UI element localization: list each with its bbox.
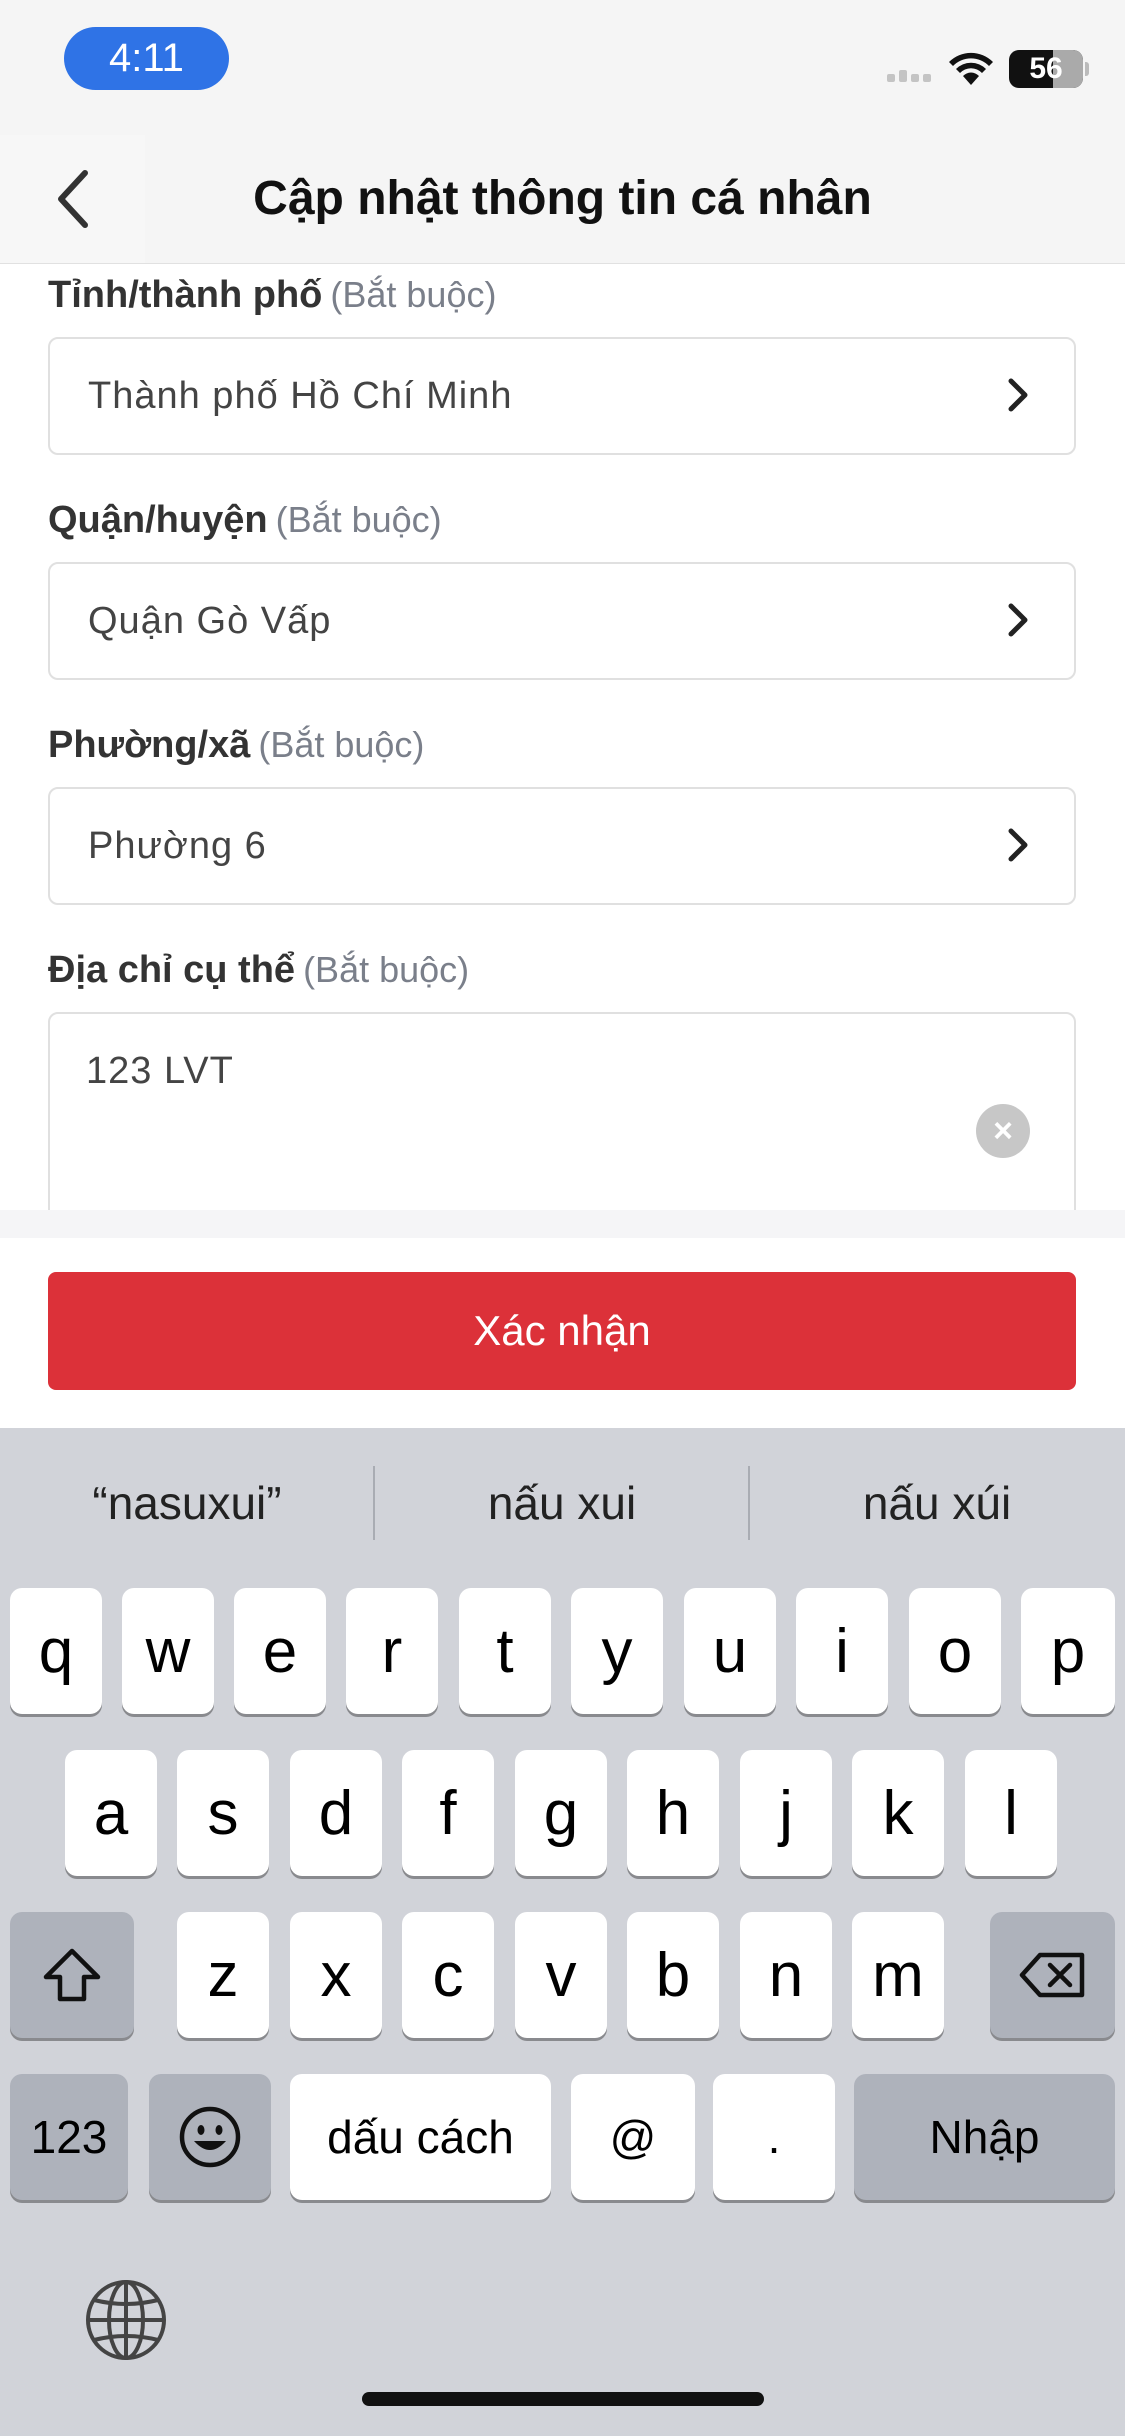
- emoji-key[interactable]: [149, 2074, 271, 2200]
- chevron-right-icon: [1008, 828, 1028, 862]
- key-y[interactable]: y: [571, 1588, 663, 1714]
- period-key[interactable]: .: [713, 2074, 835, 2200]
- address-value: 123 LVT: [86, 1050, 234, 1092]
- back-chevron-icon: [57, 170, 88, 228]
- status-time[interactable]: 4:11: [64, 27, 229, 90]
- status-icons: 56: [885, 44, 1089, 94]
- status-bar: 4:11 56: [0, 0, 1125, 135]
- chevron-right-icon: [1008, 378, 1028, 412]
- province-value: Thành phố Hồ Chí Minh: [88, 375, 513, 417]
- shift-icon: [43, 1948, 101, 2002]
- key-c[interactable]: c: [402, 1912, 494, 2038]
- footer-actions: Xác nhận: [0, 1238, 1125, 1428]
- nav-header: Cập nhật thông tin cá nhân: [0, 135, 1125, 264]
- key-x[interactable]: x: [290, 1912, 382, 2038]
- key-h[interactable]: h: [627, 1750, 719, 1876]
- suggestion-item[interactable]: nấu xúi: [750, 1428, 1124, 1578]
- key-m[interactable]: m: [852, 1912, 944, 2038]
- key-k[interactable]: k: [852, 1750, 944, 1876]
- key-v[interactable]: v: [515, 1912, 607, 2038]
- district-select[interactable]: Quận Gò Vấp: [48, 562, 1076, 680]
- home-indicator: [362, 2392, 764, 2406]
- required-hint: (Bắt buộc): [275, 499, 442, 540]
- required-hint: (Bắt buộc): [258, 724, 425, 765]
- space-key[interactable]: dấu cách: [290, 2074, 551, 2200]
- back-button[interactable]: [0, 135, 145, 263]
- key-b[interactable]: b: [627, 1912, 719, 2038]
- key-l[interactable]: l: [965, 1750, 1057, 1876]
- on-screen-keyboard: “nasuxui” nấu xui nấu xúi q w e r t y u …: [0, 1428, 1125, 2436]
- page-title: Cập nhật thông tin cá nhân: [253, 172, 872, 225]
- key-q[interactable]: q: [10, 1588, 102, 1714]
- district-value: Quận Gò Vấp: [88, 600, 332, 642]
- key-d[interactable]: d: [290, 1750, 382, 1876]
- globe-button[interactable]: [80, 2274, 172, 2366]
- chevron-right-icon: [1008, 603, 1028, 637]
- wifi-icon: [949, 52, 993, 85]
- key-i[interactable]: i: [796, 1588, 888, 1714]
- emoji-icon: [179, 2106, 241, 2168]
- address-label: Địa chỉ cụ thể (Bắt buộc): [48, 949, 470, 991]
- globe-icon: [86, 2280, 166, 2360]
- key-a[interactable]: a: [65, 1750, 157, 1876]
- delete-icon: [1019, 1952, 1084, 1998]
- province-select[interactable]: Thành phố Hồ Chí Minh: [48, 337, 1076, 455]
- required-hint: (Bắt buộc): [303, 949, 470, 990]
- required-hint: (Bắt buộc): [330, 274, 497, 315]
- key-n[interactable]: n: [740, 1912, 832, 2038]
- key-r[interactable]: r: [346, 1588, 438, 1714]
- address-form: Tỉnh/thành phố (Bắt buộc) Thành phố Hồ Ch…: [0, 264, 1125, 1210]
- key-u[interactable]: u: [684, 1588, 776, 1714]
- suggestion-item[interactable]: nấu xui: [375, 1428, 749, 1578]
- key-z[interactable]: z: [177, 1912, 269, 2038]
- confirm-button[interactable]: Xác nhận: [48, 1272, 1076, 1390]
- ward-value: Phường 6: [88, 825, 267, 867]
- return-key[interactable]: Nhập: [854, 2074, 1115, 2200]
- address-textarea[interactable]: 123 LVT ×: [48, 1012, 1076, 1210]
- key-j[interactable]: j: [740, 1750, 832, 1876]
- key-s[interactable]: s: [177, 1750, 269, 1876]
- key-t[interactable]: t: [459, 1588, 551, 1714]
- delete-key[interactable]: [990, 1912, 1115, 2038]
- shift-key[interactable]: [10, 1912, 134, 2038]
- key-f[interactable]: f: [402, 1750, 494, 1876]
- key-e[interactable]: e: [234, 1588, 326, 1714]
- key-g[interactable]: g: [515, 1750, 607, 1876]
- divider: [0, 1210, 1125, 1238]
- key-p[interactable]: p: [1021, 1588, 1115, 1714]
- key-w[interactable]: w: [122, 1588, 214, 1714]
- province-label: Tỉnh/thành phố (Bắt buộc): [48, 274, 497, 316]
- signal-icon: [887, 70, 931, 82]
- key-o[interactable]: o: [909, 1588, 1001, 1714]
- battery-indicator: 56: [1009, 50, 1089, 88]
- numbers-key[interactable]: 123: [10, 2074, 128, 2200]
- district-label: Quận/huyện (Bắt buộc): [48, 499, 442, 541]
- ward-select[interactable]: Phường 6: [48, 787, 1076, 905]
- ward-label: Phường/xã (Bắt buộc): [48, 724, 425, 766]
- clear-icon[interactable]: ×: [976, 1104, 1030, 1158]
- suggestion-item[interactable]: “nasuxui”: [0, 1428, 374, 1578]
- suggestion-bar: “nasuxui” nấu xui nấu xúi: [0, 1428, 1125, 1578]
- at-key[interactable]: @: [571, 2074, 695, 2200]
